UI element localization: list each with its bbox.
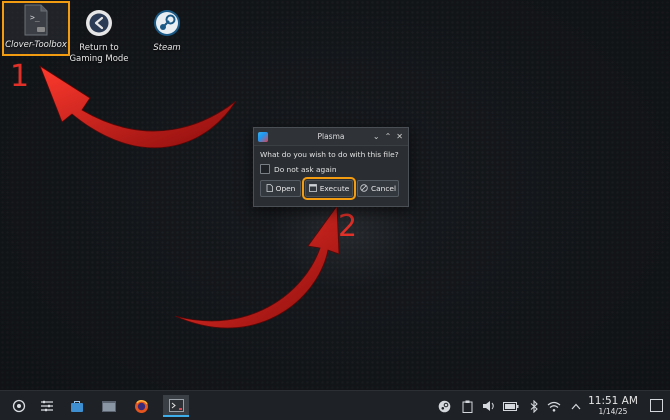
- konsole-icon[interactable]: [163, 395, 189, 417]
- clock-time: 11:51 AM: [588, 395, 638, 407]
- show-desktop-icon[interactable]: [648, 397, 664, 413]
- arrow-to-clover-toolbox: [39, 64, 237, 149]
- dialog-question: What do you wish to do with this file?: [260, 150, 399, 159]
- open-button[interactable]: Open: [260, 180, 301, 197]
- step-number-2: 2: [338, 209, 358, 244]
- file-manager-icon[interactable]: [98, 395, 120, 417]
- arrow-to-execute-button: [174, 204, 340, 329]
- cancel-icon: [360, 183, 368, 194]
- discover-store-icon[interactable]: [66, 395, 88, 417]
- do-not-ask-again-label: Do not ask again: [274, 164, 337, 174]
- execute-button[interactable]: Execute: [302, 177, 356, 200]
- document-icon: [266, 183, 273, 194]
- close-icon[interactable]: ✕: [396, 132, 403, 141]
- cancel-button-label: Cancel: [370, 184, 397, 193]
- clipboard-icon[interactable]: [459, 398, 475, 414]
- open-button-label: Open: [275, 184, 296, 193]
- dialog-titlebar[interactable]: Plasma ⌄ ⌃ ✕: [254, 128, 408, 146]
- app-launcher-icon[interactable]: [8, 395, 30, 417]
- firefox-icon[interactable]: [130, 395, 152, 417]
- clock-date: 1/14/25: [598, 407, 628, 416]
- steam-tray-icon[interactable]: [436, 398, 452, 414]
- wifi-icon[interactable]: [546, 398, 562, 414]
- taskbar: 11:51 AM 1/14/25: [0, 390, 670, 420]
- execute-button-label: Execute: [319, 184, 350, 193]
- battery-icon[interactable]: [503, 398, 519, 414]
- bluetooth-icon[interactable]: [526, 398, 542, 414]
- task-manager-icon[interactable]: [36, 395, 58, 417]
- annotation-arrows: [39, 64, 340, 329]
- do-not-ask-again-checkbox[interactable]: [260, 164, 270, 174]
- volume-icon[interactable]: [481, 398, 497, 414]
- minimize-icon[interactable]: ⌄: [373, 132, 380, 141]
- step-number-1: 1: [10, 59, 30, 94]
- maximize-icon[interactable]: ⌃: [385, 132, 392, 141]
- do-not-ask-again-row[interactable]: Do not ask again: [254, 159, 408, 174]
- expand-tray-icon[interactable]: [568, 398, 584, 414]
- execute-window-icon: [308, 183, 317, 194]
- taskbar-clock[interactable]: 11:51 AM 1/14/25: [588, 395, 638, 417]
- cancel-button[interactable]: Cancel: [357, 180, 399, 197]
- plasma-dialog: Plasma ⌄ ⌃ ✕ What do you wish to do with…: [253, 127, 409, 207]
